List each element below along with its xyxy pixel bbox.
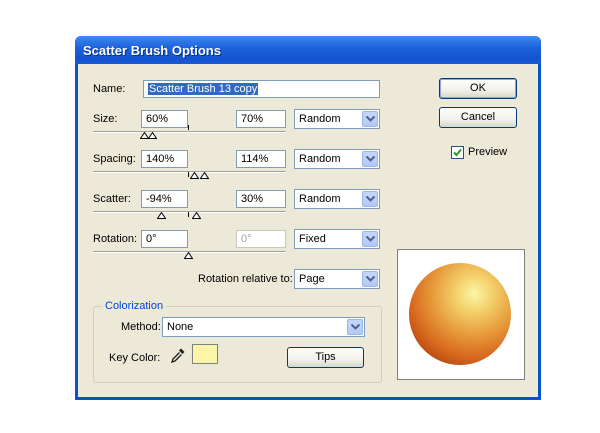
rotation-variation-select[interactable]: Fixed bbox=[294, 229, 380, 249]
dialog-title: Scatter Brush Options bbox=[83, 43, 221, 58]
rotation-relative-value: Page bbox=[299, 273, 325, 285]
scatter-max-input[interactable]: 30% bbox=[236, 190, 286, 208]
spacing-max-input[interactable]: 114% bbox=[236, 150, 286, 168]
scatter-variation-value: Random bbox=[299, 193, 341, 205]
scatter-variation-select[interactable]: Random bbox=[294, 189, 380, 209]
name-input-text: Scatter Brush 13 copy bbox=[148, 83, 259, 95]
method-value: None bbox=[167, 321, 194, 333]
eyedropper-icon[interactable] bbox=[170, 347, 186, 363]
spacing-max-thumb-icon[interactable] bbox=[200, 172, 209, 179]
dropdown-arrow-icon[interactable] bbox=[362, 231, 378, 247]
scatter-min-thumb-icon[interactable] bbox=[157, 212, 166, 219]
preview-label: Preview bbox=[468, 146, 508, 158]
scatter-min-input[interactable]: -94% bbox=[141, 190, 188, 208]
dropdown-arrow-icon[interactable] bbox=[347, 319, 363, 335]
spacing-min-input[interactable]: 140% bbox=[141, 150, 188, 168]
brush-preview-pane bbox=[397, 249, 525, 380]
colorization-title: Colorization bbox=[102, 300, 167, 312]
rotation-relative-label: Rotation relative to: bbox=[198, 273, 293, 285]
spacing-min-thumb-icon[interactable] bbox=[190, 172, 199, 179]
cancel-button[interactable]: Cancel bbox=[439, 107, 517, 128]
rotation-thumb-icon[interactable] bbox=[184, 252, 193, 259]
name-input[interactable]: Scatter Brush 13 copy bbox=[143, 80, 380, 98]
method-select[interactable]: None bbox=[162, 317, 365, 337]
tips-button[interactable]: Tips bbox=[287, 347, 364, 368]
brush-preview-image bbox=[409, 263, 511, 365]
spacing-label: Spacing: bbox=[93, 153, 136, 165]
rotation-min-input[interactable]: 0° bbox=[141, 230, 188, 248]
name-label: Name: bbox=[93, 83, 126, 95]
dialog-window: Scatter Brush Options Name: Scatter Brus… bbox=[75, 36, 541, 400]
brush-sphere bbox=[409, 263, 511, 365]
size-variation-select[interactable]: Random bbox=[294, 109, 380, 129]
size-slider-mark bbox=[188, 125, 189, 130]
checkmark-icon bbox=[453, 148, 462, 157]
scatter-slider-mark bbox=[188, 212, 189, 217]
scatter-max-thumb-icon[interactable] bbox=[192, 212, 201, 219]
dropdown-arrow-icon[interactable] bbox=[362, 271, 378, 287]
size-min-input[interactable]: 60% bbox=[141, 110, 188, 128]
size-max-thumb-icon[interactable] bbox=[148, 132, 157, 139]
dialog-body: Name: Scatter Brush 13 copy Size: 60% 70… bbox=[78, 64, 538, 397]
key-color-label: Key Color: bbox=[109, 352, 161, 364]
scatter-label: Scatter: bbox=[93, 193, 131, 205]
key-color-swatch[interactable] bbox=[192, 344, 218, 364]
rotation-variation-value: Fixed bbox=[299, 233, 326, 245]
scatter-slider-track[interactable] bbox=[93, 211, 286, 213]
size-variation-value: Random bbox=[299, 113, 341, 125]
size-label: Size: bbox=[93, 113, 118, 125]
rotation-max-input: 0° bbox=[236, 230, 286, 248]
ok-button[interactable]: OK bbox=[439, 78, 517, 99]
rotation-label: Rotation: bbox=[93, 233, 138, 245]
spacing-variation-value: Random bbox=[299, 153, 341, 165]
size-slider-track[interactable] bbox=[93, 131, 286, 133]
spacing-slider-mark bbox=[188, 172, 189, 177]
dropdown-arrow-icon[interactable] bbox=[362, 111, 378, 127]
spacing-variation-select[interactable]: Random bbox=[294, 149, 380, 169]
dropdown-arrow-icon[interactable] bbox=[362, 191, 378, 207]
size-max-input[interactable]: 70% bbox=[236, 110, 286, 128]
title-bar[interactable]: Scatter Brush Options bbox=[75, 36, 541, 64]
preview-checkbox[interactable] bbox=[451, 146, 464, 159]
rotation-relative-select[interactable]: Page bbox=[294, 269, 380, 289]
method-label: Method: bbox=[121, 321, 161, 333]
dropdown-arrow-icon[interactable] bbox=[362, 151, 378, 167]
